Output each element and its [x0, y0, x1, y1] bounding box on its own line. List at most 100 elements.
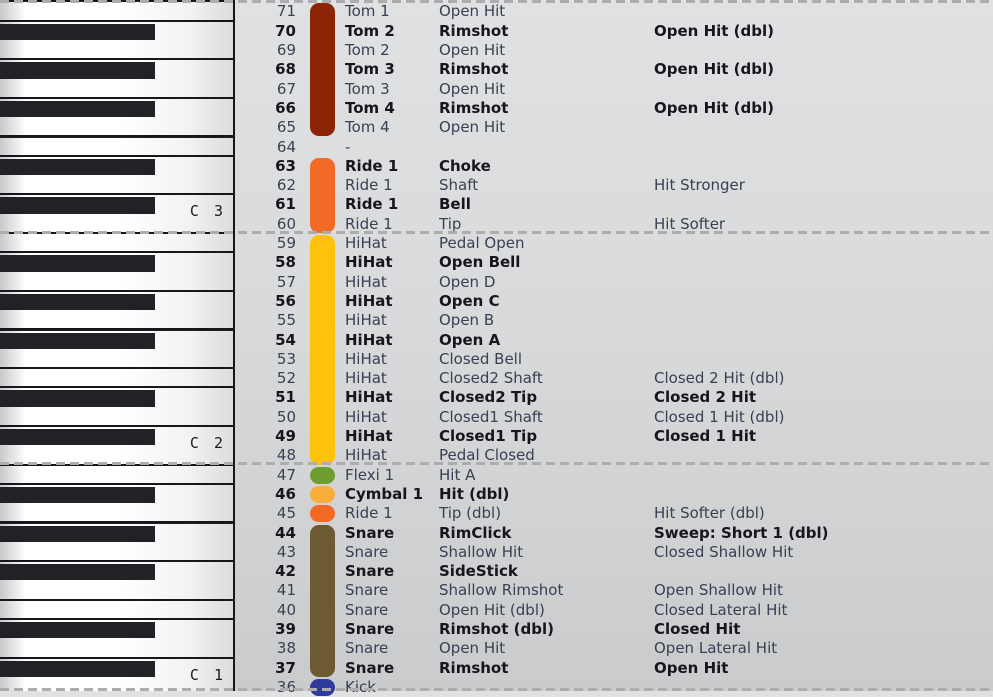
note-number: 57	[276, 272, 296, 291]
piano-black-key[interactable]	[0, 622, 155, 639]
articulation-name: Hit A	[439, 465, 476, 484]
note-number: 70	[275, 21, 296, 40]
articulation-name: Choke	[439, 156, 491, 175]
note-row[interactable]: 63 Ride 1 Choke	[234, 157, 993, 176]
articulation-name: RimClick	[439, 523, 512, 542]
note-row[interactable]: 67 Tom 3 Open Hit	[234, 80, 993, 99]
piano-white-key[interactable]	[0, 137, 233, 157]
note-row[interactable]: 61 Ride 1 Bell	[234, 195, 993, 214]
articulation-name: Open B	[439, 311, 495, 330]
instrument-name: Tom 3	[345, 60, 395, 79]
note-row[interactable]: 68 Tom 3 Rimshot Open Hit (dbl)	[234, 60, 993, 79]
note-row[interactable]: 37 Snare Rimshot Open Hit	[234, 659, 993, 678]
piano-black-key[interactable]	[0, 564, 155, 581]
group-divider	[0, 231, 993, 234]
note-number: 42	[275, 562, 296, 581]
articulation-name: Rimshot	[439, 658, 509, 677]
piano-black-key[interactable]	[0, 23, 155, 40]
piano-black-key[interactable]	[0, 62, 155, 79]
note-row[interactable]: 38 Snare Open Hit Open Lateral Hit	[234, 639, 993, 658]
note-row[interactable]: 40 Snare Open Hit (dbl) Closed Lateral Hit	[234, 601, 993, 620]
note-row[interactable]: 46 Cymbal 1 Hit (dbl)	[234, 485, 993, 504]
piano-black-key[interactable]	[0, 486, 155, 504]
note-row[interactable]: 42 Snare SideStick	[234, 562, 993, 581]
articulation-name: Rimshot (dbl)	[439, 620, 554, 638]
instrument-name: Flexi 1	[345, 465, 395, 484]
piano-black-key[interactable]	[0, 293, 155, 311]
note-number: 50	[276, 407, 296, 426]
note-row[interactable]: 50 HiHat Closed1 Shaft Closed 1 Hit (dbl)	[234, 408, 993, 427]
note-row[interactable]: 57 HiHat Open D	[234, 273, 993, 292]
articulation-name: Open A	[439, 330, 501, 349]
piano-black-key[interactable]	[0, 660, 155, 677]
piano-keyboard[interactable]: C 3C 2C 1	[0, 0, 234, 691]
piano-black-key[interactable]	[0, 332, 155, 349]
instrument-name: HiHat	[345, 407, 387, 426]
piano-black-key[interactable]	[0, 255, 155, 272]
instrument-color-swatch-hihat	[310, 235, 335, 465]
piano-black-key[interactable]	[0, 429, 155, 446]
note-row[interactable]: 47 Flexi 1 Hit A	[234, 466, 993, 485]
note-row[interactable]: 55 HiHat Open B	[234, 311, 993, 330]
note-number: 54	[275, 330, 296, 349]
note-row[interactable]: 54 HiHat Open A	[234, 331, 993, 350]
articulation-name: Bell	[439, 195, 471, 214]
note-row[interactable]: 71 Tom 1 Open Hit	[234, 2, 993, 21]
note-row[interactable]: 66 Tom 4 Rimshot Open Hit (dbl)	[234, 99, 993, 118]
note-row[interactable]: 53 HiHat Closed Bell	[234, 350, 993, 369]
instrument-name: Tom 2	[345, 41, 390, 59]
note-row[interactable]: 43 Snare Shallow Hit Closed Shallow Hit	[234, 543, 993, 562]
note-row[interactable]: 39 Snare Rimshot (dbl) Closed Hit	[234, 620, 993, 639]
note-row[interactable]: 69 Tom 2 Open Hit	[234, 41, 993, 60]
note-number: 46	[275, 484, 296, 503]
note-row[interactable]: 58 HiHat Open Bell	[234, 253, 993, 272]
piano-white-key[interactable]	[0, 465, 233, 485]
alternate-articulation: Closed 1 Hit (dbl)	[654, 407, 785, 426]
note-row[interactable]: 65 Tom 4 Open Hit	[234, 118, 993, 137]
note-number: 59	[276, 234, 296, 252]
articulation-name: Pedal Open	[439, 234, 525, 252]
alternate-articulation: Hit Softer (dbl)	[654, 504, 765, 523]
alternate-articulation: Closed 2 Hit	[654, 388, 757, 407]
note-row[interactable]: 64 -	[234, 138, 993, 157]
keyboard-right-edge	[233, 0, 235, 691]
piano-white-key[interactable]	[0, 234, 233, 254]
instrument-name: Snare	[345, 562, 395, 581]
note-number: 62	[276, 176, 296, 195]
piano-black-key[interactable]	[0, 390, 155, 407]
group-divider	[0, 0, 993, 3]
alternate-articulation: Open Hit (dbl)	[654, 60, 774, 79]
alternate-articulation: Open Lateral Hit	[654, 639, 778, 658]
note-row[interactable]: 41 Snare Shallow Rimshot Open Shallow Hit	[234, 581, 993, 600]
piano-white-key[interactable]	[0, 600, 233, 620]
instrument-name: Snare	[345, 523, 395, 542]
note-number: 64	[276, 137, 296, 156]
note-row[interactable]: 45 Ride 1 Tip (dbl) Hit Softer (dbl)	[234, 504, 993, 523]
articulation-name: Tip (dbl)	[439, 504, 502, 523]
piano-black-key[interactable]	[0, 525, 155, 542]
note-number: 43	[276, 542, 296, 561]
piano-white-key[interactable]	[0, 369, 233, 389]
alternate-articulation: Closed 2 Hit (dbl)	[654, 369, 785, 388]
note-row[interactable]: 62 Ride 1 Shaft Hit Stronger	[234, 176, 993, 195]
note-row[interactable]: 59 HiHat Pedal Open	[234, 234, 993, 253]
alternate-articulation: Sweep: Short 1 (dbl)	[654, 523, 829, 542]
drum-map-panel: C 3C 2C 1 71 Tom 1 Open Hit 70 Tom 2 Rimshot O…	[0, 0, 993, 697]
instrument-name: HiHat	[345, 291, 393, 310]
note-row[interactable]: 51 HiHat Closed2 Tip Closed 2 Hit	[234, 388, 993, 407]
instrument-name: Tom 2	[345, 21, 395, 40]
piano-black-key[interactable]	[0, 158, 155, 176]
note-row[interactable]: 44 Snare RimClick Sweep: Short 1 (dbl)	[234, 524, 993, 543]
note-row[interactable]: 56 HiHat Open C	[234, 292, 993, 311]
note-row[interactable]: 49 HiHat Closed1 Tip Closed 1 Hit	[234, 427, 993, 446]
instrument-name: Tom 4	[345, 118, 390, 137]
piano-white-key[interactable]	[0, 2, 233, 22]
note-row[interactable]: 52 HiHat Closed2 Shaft Closed 2 Hit (dbl)	[234, 369, 993, 388]
note-number: 45	[276, 504, 296, 523]
articulation-name: Shallow Hit	[439, 542, 524, 561]
articulation-name: Closed2 Tip	[439, 388, 538, 407]
piano-black-key[interactable]	[0, 100, 155, 118]
piano-black-key[interactable]	[0, 197, 155, 214]
note-row[interactable]: 70 Tom 2 Rimshot Open Hit (dbl)	[234, 22, 993, 41]
note-number: 38	[276, 639, 296, 658]
